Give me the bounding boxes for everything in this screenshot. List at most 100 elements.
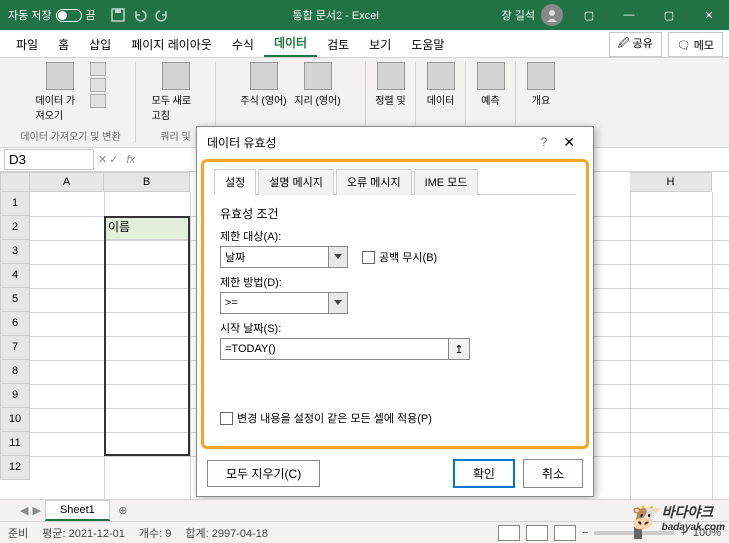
cell-b2[interactable]: 이름 (104, 216, 190, 240)
add-sheet-icon[interactable]: ⊕ (114, 502, 132, 520)
name-box[interactable] (4, 149, 94, 170)
cancel-button[interactable]: 취소 (523, 459, 583, 488)
apply-all-checkbox[interactable]: 변경 내용을 설정이 같은 모든 셀에 적용(P) (220, 410, 570, 426)
geography-icon (304, 62, 332, 90)
tab-ime-mode[interactable]: IME 모드 (414, 169, 479, 195)
select-all-corner[interactable] (0, 172, 30, 192)
row-header[interactable]: 6 (0, 312, 30, 336)
row-header[interactable]: 12 (0, 456, 30, 480)
row-header[interactable]: 9 (0, 384, 30, 408)
sort-icon (377, 62, 405, 90)
row-header[interactable]: 3 (0, 240, 30, 264)
group-label: 데이터 가져오기 및 변환 (20, 128, 120, 143)
refresh-icon (162, 62, 190, 90)
chevron-down-icon (334, 254, 342, 259)
refresh-all-button[interactable]: 모두 새로고침 (152, 62, 200, 122)
row-header[interactable]: 11 (0, 432, 30, 456)
col-header[interactable]: A (30, 172, 104, 192)
row-header[interactable]: 1 (0, 192, 30, 216)
autosave-toggle[interactable]: 자동 저장 끔 (0, 7, 104, 23)
from-text-icon[interactable] (90, 62, 106, 76)
sort-filter-button[interactable]: 정렬 및 (367, 62, 415, 107)
page-layout-view-icon[interactable] (526, 525, 548, 541)
share-button[interactable]: 🖉 공유 (609, 32, 662, 57)
ok-button[interactable]: 확인 (453, 459, 515, 488)
redo-icon[interactable] (154, 7, 170, 23)
maximize-icon[interactable]: ▢ (649, 0, 689, 30)
normal-view-icon[interactable] (498, 525, 520, 541)
tab-file[interactable]: 파일 (6, 32, 48, 57)
autosave-state: 끔 (86, 7, 96, 23)
row-header[interactable]: 4 (0, 264, 30, 288)
row-header[interactable]: 5 (0, 288, 30, 312)
row-header[interactable]: 10 (0, 408, 30, 432)
from-web-icon[interactable] (90, 78, 106, 92)
tab-help[interactable]: 도움말 (401, 32, 454, 57)
col-header[interactable]: B (104, 172, 190, 192)
data-tools-icon (427, 62, 455, 90)
outline-icon (527, 62, 555, 90)
forecast-icon (477, 62, 505, 90)
get-data-button[interactable]: 데이터 가져오기 (36, 62, 84, 122)
sheet-nav-next-icon[interactable]: ▶ (32, 504, 40, 517)
col-header[interactable]: H (630, 172, 712, 192)
toggle-icon (56, 9, 82, 22)
group-label: 쿼리 및 (160, 128, 190, 143)
minimize-icon[interactable]: — (609, 0, 649, 30)
row-header[interactable]: 7 (0, 336, 30, 360)
enter-formula-icon[interactable]: ✓ (109, 153, 118, 166)
zoom-level[interactable]: 100% (693, 527, 721, 539)
row-header[interactable]: 8 (0, 360, 30, 384)
section-heading: 유효성 조건 (220, 205, 570, 222)
fx-icon[interactable]: fx (122, 154, 139, 166)
close-icon[interactable]: ✕ (689, 0, 729, 30)
tab-data[interactable]: 데이터 (264, 30, 317, 57)
outline-button[interactable]: 개요 (517, 62, 565, 107)
page-break-view-icon[interactable] (554, 525, 576, 541)
zoom-slider[interactable] (594, 531, 674, 535)
save-icon[interactable] (110, 7, 126, 23)
data-dropdown[interactable]: >= (220, 292, 348, 314)
database-icon (46, 62, 74, 90)
checkbox-icon (220, 412, 233, 425)
stocks-button[interactable]: 주식 (영어) (240, 62, 288, 107)
geography-button[interactable]: 지리 (영어) (294, 62, 342, 107)
ribbon-tabs: 파일 홈 삽입 페이지 레이아웃 수식 데이터 검토 보기 도움말 🖉 공유 🗨… (0, 30, 729, 58)
tab-error-message[interactable]: 오류 메시지 (336, 169, 412, 195)
from-table-icon[interactable] (90, 94, 106, 108)
quick-access-toolbar (104, 7, 176, 23)
allow-dropdown[interactable]: 날짜 (220, 246, 348, 268)
status-sum: 합계: 2997-04-18 (185, 525, 268, 541)
data-tools-button[interactable]: 데이터 (417, 62, 465, 107)
close-icon[interactable]: ✕ (555, 134, 583, 151)
tab-layout[interactable]: 페이지 레이아웃 (121, 32, 222, 57)
help-icon[interactable]: ? (533, 135, 556, 149)
ignore-blank-checkbox[interactable]: 공백 무시(B) (362, 249, 437, 265)
tab-input-message[interactable]: 설명 메시지 (258, 169, 334, 195)
row-header[interactable]: 2 (0, 216, 30, 240)
dialog-titlebar[interactable]: 데이터 유효성 ? ✕ (197, 127, 593, 157)
tab-insert[interactable]: 삽입 (79, 32, 121, 57)
tab-home[interactable]: 홈 (48, 32, 79, 57)
allow-label: 제한 대상(A): (220, 228, 570, 244)
tab-formulas[interactable]: 수식 (222, 32, 264, 57)
start-date-input[interactable]: =TODAY() (220, 338, 470, 360)
cancel-formula-icon[interactable]: ✕ (98, 153, 107, 166)
zoom-out-icon[interactable]: − (582, 527, 588, 539)
chevron-down-icon (334, 300, 342, 305)
tab-review[interactable]: 검토 (317, 32, 359, 57)
sheet-nav-prev-icon[interactable]: ◀ (20, 504, 28, 517)
tab-settings[interactable]: 설정 (214, 169, 256, 195)
memo-button[interactable]: 🗨 메모 (668, 32, 723, 57)
undo-icon[interactable] (132, 7, 148, 23)
stocks-icon (250, 62, 278, 90)
avatar-icon (541, 4, 563, 26)
forecast-button[interactable]: 예측 (467, 62, 515, 107)
zoom-in-icon[interactable]: + (680, 527, 686, 539)
user-area[interactable]: 장 길석 (496, 4, 569, 26)
tab-view[interactable]: 보기 (359, 32, 401, 57)
data-label: 제한 방법(D): (220, 274, 570, 290)
sheet-tab[interactable]: Sheet1 (45, 500, 110, 521)
ribbon-options-icon[interactable]: ▢ (569, 0, 609, 30)
clear-all-button[interactable]: 모두 지우기(C) (207, 460, 320, 487)
